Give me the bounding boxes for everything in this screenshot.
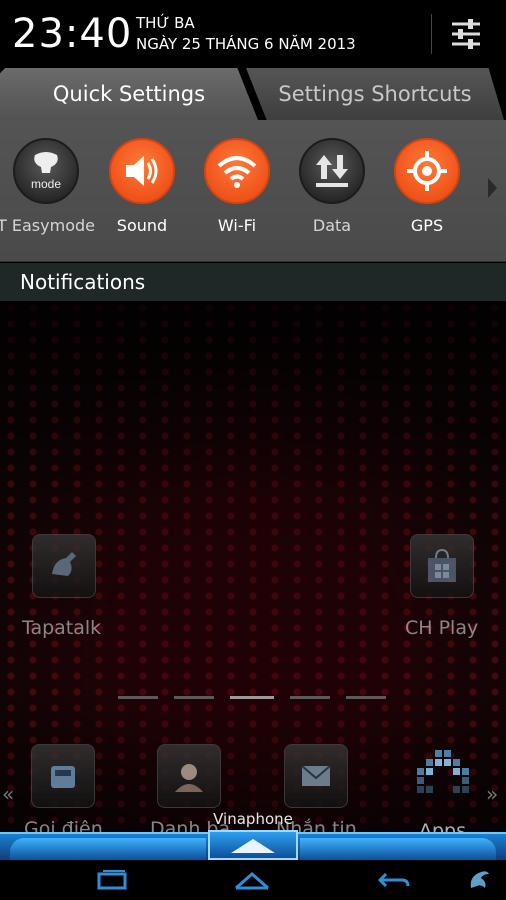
data-transfer-icon: [299, 138, 365, 204]
qs-data-toggle[interactable]: Data: [284, 138, 380, 235]
page-indicator: [290, 696, 330, 699]
qs-gps-toggle[interactable]: GPS: [379, 138, 475, 235]
qs-label: T Easymode: [0, 216, 95, 235]
dock-right-arrow-icon[interactable]: »: [486, 782, 498, 806]
quick-settings-panel: mode T Easymode Sound Wi-Fi Data GPS: [0, 120, 506, 262]
home-button[interactable]: [222, 864, 282, 896]
settings-tabs: Quick Settings Settings Shortcuts: [0, 68, 506, 120]
day-label: THỨ BA: [136, 14, 195, 32]
tab-quick-settings[interactable]: Quick Settings: [0, 68, 258, 120]
notifications-header: Notifications: [0, 263, 506, 301]
qs-wifi-toggle[interactable]: Wi-Fi: [189, 138, 285, 235]
clock: 23:40: [12, 11, 133, 57]
recent-apps-icon: [97, 870, 127, 890]
qs-label: GPS: [410, 216, 444, 235]
carrier-label: Vinaphone: [213, 810, 293, 828]
dock-bar-right: [300, 838, 496, 860]
date-label: NGÀY 25 THÁNG 6 NĂM 2013: [136, 35, 356, 53]
dock-left-arrow-icon[interactable]: «: [2, 782, 14, 806]
contacts-icon[interactable]: [157, 744, 221, 808]
page-indicator: [118, 696, 158, 699]
qs-easymode-toggle[interactable]: mode T Easymode: [0, 138, 95, 235]
settings-sliders-button[interactable]: [444, 12, 488, 56]
chevron-up-icon: [231, 839, 275, 853]
qs-label: Data: [312, 216, 352, 235]
wifi-icon: [204, 138, 270, 204]
navigation-bar: [0, 860, 506, 900]
recent-apps-button[interactable]: [82, 864, 142, 896]
gps-icon: [394, 138, 460, 204]
scroll-right-arrow-icon[interactable]: [488, 178, 497, 198]
header-divider: [431, 14, 432, 54]
play-store-icon[interactable]: [410, 534, 474, 598]
back-icon: [377, 872, 410, 888]
app-drawer-button[interactable]: [208, 830, 298, 860]
page-indicator: [174, 696, 214, 699]
page-indicator-active: [230, 696, 274, 699]
dolphin-icon[interactable]: [456, 864, 502, 896]
apps-grid-icon[interactable]: [411, 750, 475, 806]
page-indicator: [346, 696, 386, 699]
status-header: 23:40 THỨ BA NGÀY 25 THÁNG 6 NĂM 2013: [0, 0, 506, 68]
home-icon: [235, 872, 269, 890]
svg-text:mode: mode: [31, 177, 61, 191]
speaker-icon: [109, 138, 175, 204]
tapatalk-icon[interactable]: [32, 534, 96, 598]
notifications-title: Notifications: [20, 270, 146, 294]
phone-icon[interactable]: [31, 744, 95, 808]
easymode-icon: mode: [13, 138, 79, 204]
messages-icon[interactable]: [284, 744, 348, 808]
app-label-tapatalk: Tapatalk: [22, 617, 102, 639]
qs-label: Sound: [116, 216, 168, 235]
back-button[interactable]: [364, 864, 424, 896]
sliders-icon: [452, 19, 480, 49]
qs-label: Wi-Fi: [217, 216, 257, 235]
tab-settings-shortcuts[interactable]: Settings Shortcuts: [246, 68, 504, 120]
app-label-ch-play: CH Play: [405, 617, 479, 639]
qs-sound-toggle[interactable]: Sound: [94, 138, 190, 235]
dock-bar-left: [10, 838, 206, 860]
